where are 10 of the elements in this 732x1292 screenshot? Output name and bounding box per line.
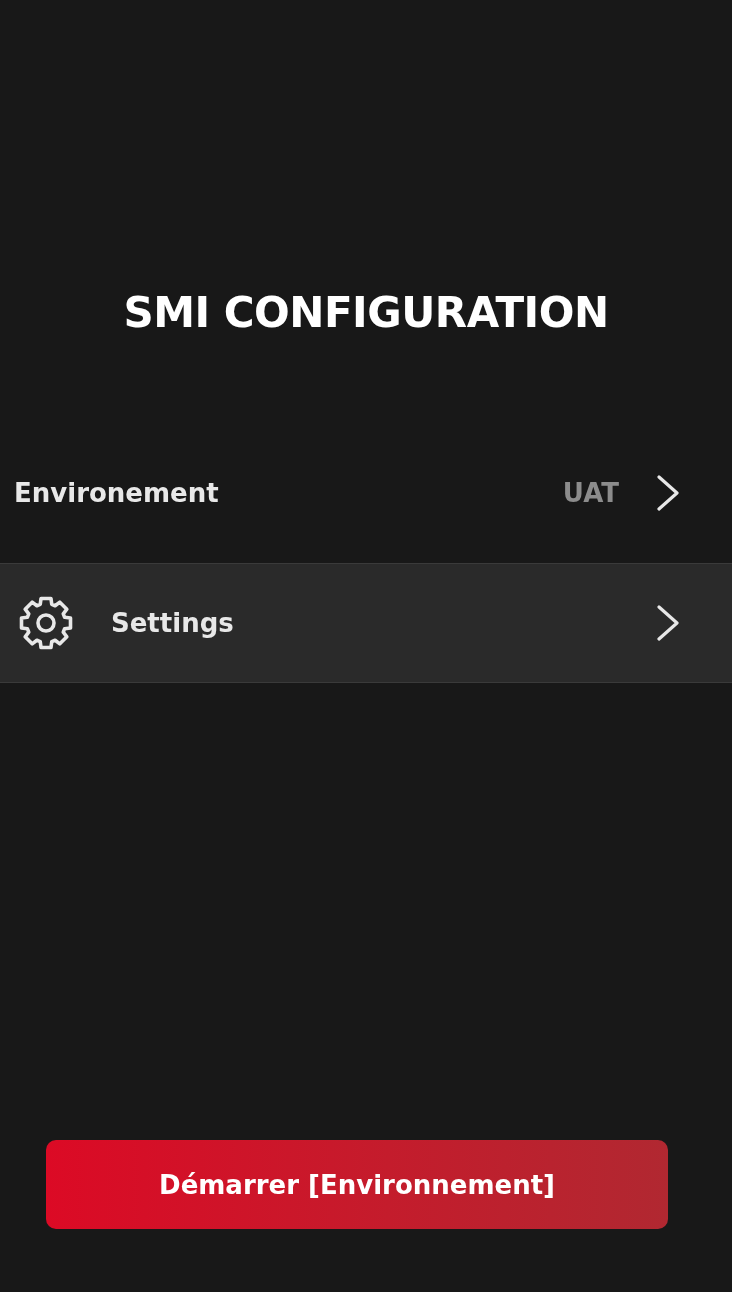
settings-row[interactable]: Settings xyxy=(0,563,732,683)
settings-icon xyxy=(18,595,74,651)
row-value: UAT xyxy=(562,478,619,508)
environment-row[interactable]: Environement UAT xyxy=(0,433,732,563)
row-label: Settings xyxy=(111,608,235,638)
start-button[interactable]: Démarrer [Environnement] xyxy=(46,1140,668,1229)
chevron-right-icon xyxy=(656,605,680,641)
page-title: SMI CONFIGURATION xyxy=(123,287,609,339)
chevron-right-icon xyxy=(656,475,680,511)
row-label: Environement xyxy=(14,478,220,508)
